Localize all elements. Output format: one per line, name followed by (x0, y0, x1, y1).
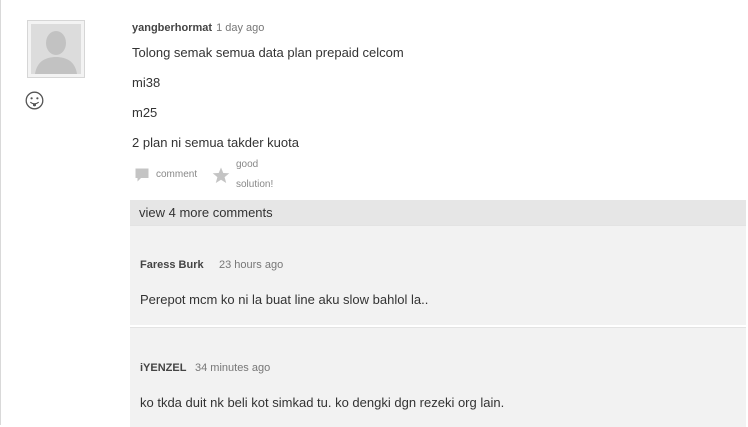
post-time: 1 day ago (216, 22, 265, 34)
smiley-tongue-icon (25, 91, 44, 110)
post-text-line: Tolong semak semua data plan prepaid cel… (132, 45, 404, 60)
comment-item: iYENZEL 34 minutes ago ko tkda duit nk b… (130, 327, 746, 427)
post-text-line: 2 plan ni semua takder kuota (132, 135, 299, 150)
default-user-avatar-icon (31, 24, 81, 74)
star-icon (212, 167, 236, 184)
left-border (0, 0, 1, 425)
post: yangberhormat 1 day ago Tolong semak semu… (132, 20, 732, 150)
comment-label: comment (156, 169, 198, 180)
comment-item: Faress Burk 23 hours ago Perepot mcm ko … (130, 225, 746, 325)
post-text-line: m25 (132, 105, 158, 120)
post-meta: yangberhormat 1 day ago (132, 20, 732, 36)
comment-author[interactable]: iYENZEL (140, 362, 186, 374)
good-solution-button[interactable]: good solution! (212, 159, 273, 190)
comment-author[interactable]: Faress Burk (140, 259, 204, 271)
comment-time: 34 minutes ago (195, 362, 271, 374)
speech-bubble-icon (134, 167, 156, 183)
comment-time: 23 hours ago (219, 259, 284, 271)
avatar[interactable] (27, 20, 85, 78)
comments-section: view 4 more comments Faress Burk 23 hour… (130, 200, 746, 427)
comment-text: Perepot mcm ko ni la buat line aku slow … (140, 292, 429, 307)
comment-button[interactable]: comment (134, 165, 197, 185)
post-text-line: mi38 (132, 75, 161, 90)
post-author[interactable]: yangberhormat (132, 22, 212, 34)
comment-text: ko tkda duit nk beli kot simkad tu. ko d… (140, 395, 505, 410)
good-solution-label: good solution! (236, 159, 274, 190)
view-more-comments-link[interactable]: view 4 more comments (130, 200, 746, 225)
